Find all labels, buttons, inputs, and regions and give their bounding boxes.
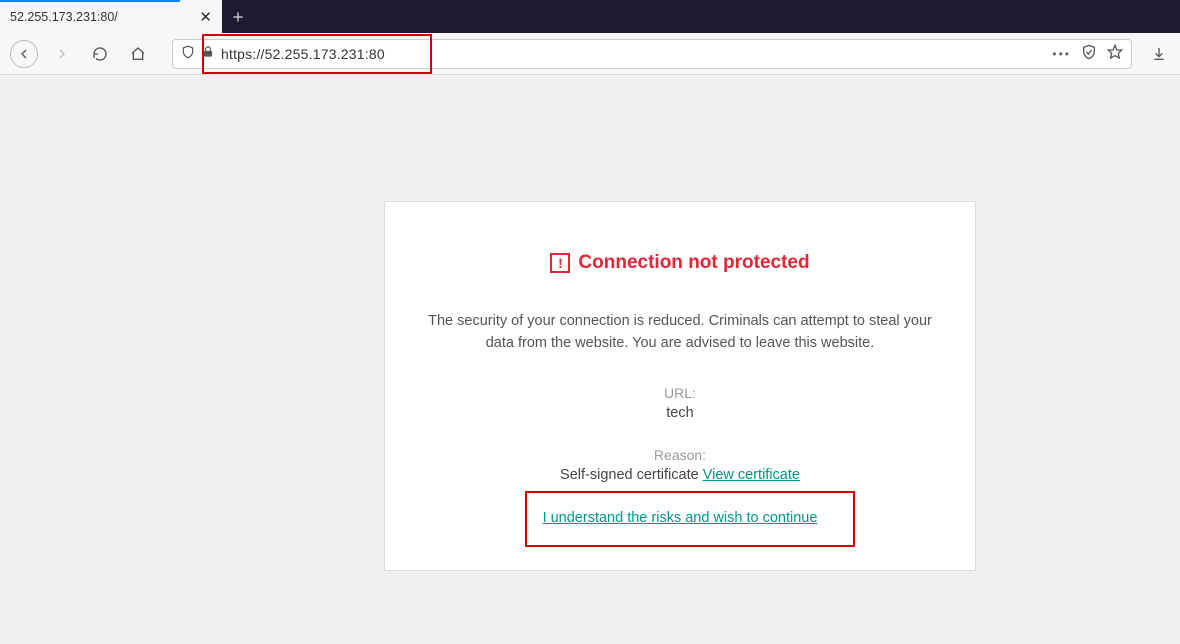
tab-strip: 52.255.173.231:80/ ✕: [0, 0, 1180, 33]
url-text: https://52.255.173.231:80: [221, 46, 1046, 62]
new-tab-button[interactable]: [222, 0, 254, 33]
back-button[interactable]: [10, 40, 38, 68]
downloads-icon[interactable]: [1148, 39, 1170, 69]
lock-icon[interactable]: [201, 45, 215, 62]
browser-tab[interactable]: 52.255.173.231:80/ ✕: [0, 0, 222, 33]
reader-mode-icon[interactable]: [1081, 44, 1097, 63]
reason-row: Self-signed certificate View certificate: [425, 467, 935, 483]
browser-window: 52.255.173.231:80/ ✕: [0, 0, 1180, 644]
alert-icon: !: [550, 253, 570, 273]
continue-container: I understand the risks and wish to conti…: [543, 509, 818, 527]
url-value: tech: [425, 405, 935, 421]
reason-label: Reason:: [425, 447, 935, 463]
reload-button[interactable]: [86, 40, 114, 68]
warning-heading: ! Connection not protected: [425, 252, 935, 274]
tab-title: 52.255.173.231:80/: [10, 10, 199, 24]
warning-title: Connection not protected: [578, 252, 809, 274]
reason-text: Self-signed certificate: [560, 467, 703, 483]
warning-body: The security of your connection is reduc…: [425, 310, 935, 355]
tab-loading-indicator: [0, 0, 180, 2]
url-bar[interactable]: https://52.255.173.231:80 •••: [172, 39, 1132, 69]
forward-button[interactable]: [48, 40, 76, 68]
toolbar: https://52.255.173.231:80 •••: [0, 33, 1180, 75]
page-actions-icon[interactable]: •••: [1052, 47, 1071, 61]
security-warning-card: ! Connection not protected The security …: [384, 201, 976, 571]
page-viewport: ! Connection not protected The security …: [0, 75, 1180, 644]
home-button[interactable]: [124, 40, 152, 68]
tracking-protection-icon[interactable]: [181, 45, 195, 62]
urlbar-actions: •••: [1052, 44, 1123, 63]
bookmark-star-icon[interactable]: [1107, 44, 1123, 63]
view-certificate-link[interactable]: View certificate: [703, 467, 800, 483]
urlbar-container: https://52.255.173.231:80 •••: [172, 39, 1132, 69]
continue-link[interactable]: I understand the risks and wish to conti…: [543, 510, 818, 526]
close-tab-icon[interactable]: ✕: [199, 8, 212, 26]
url-label: URL:: [425, 385, 935, 401]
